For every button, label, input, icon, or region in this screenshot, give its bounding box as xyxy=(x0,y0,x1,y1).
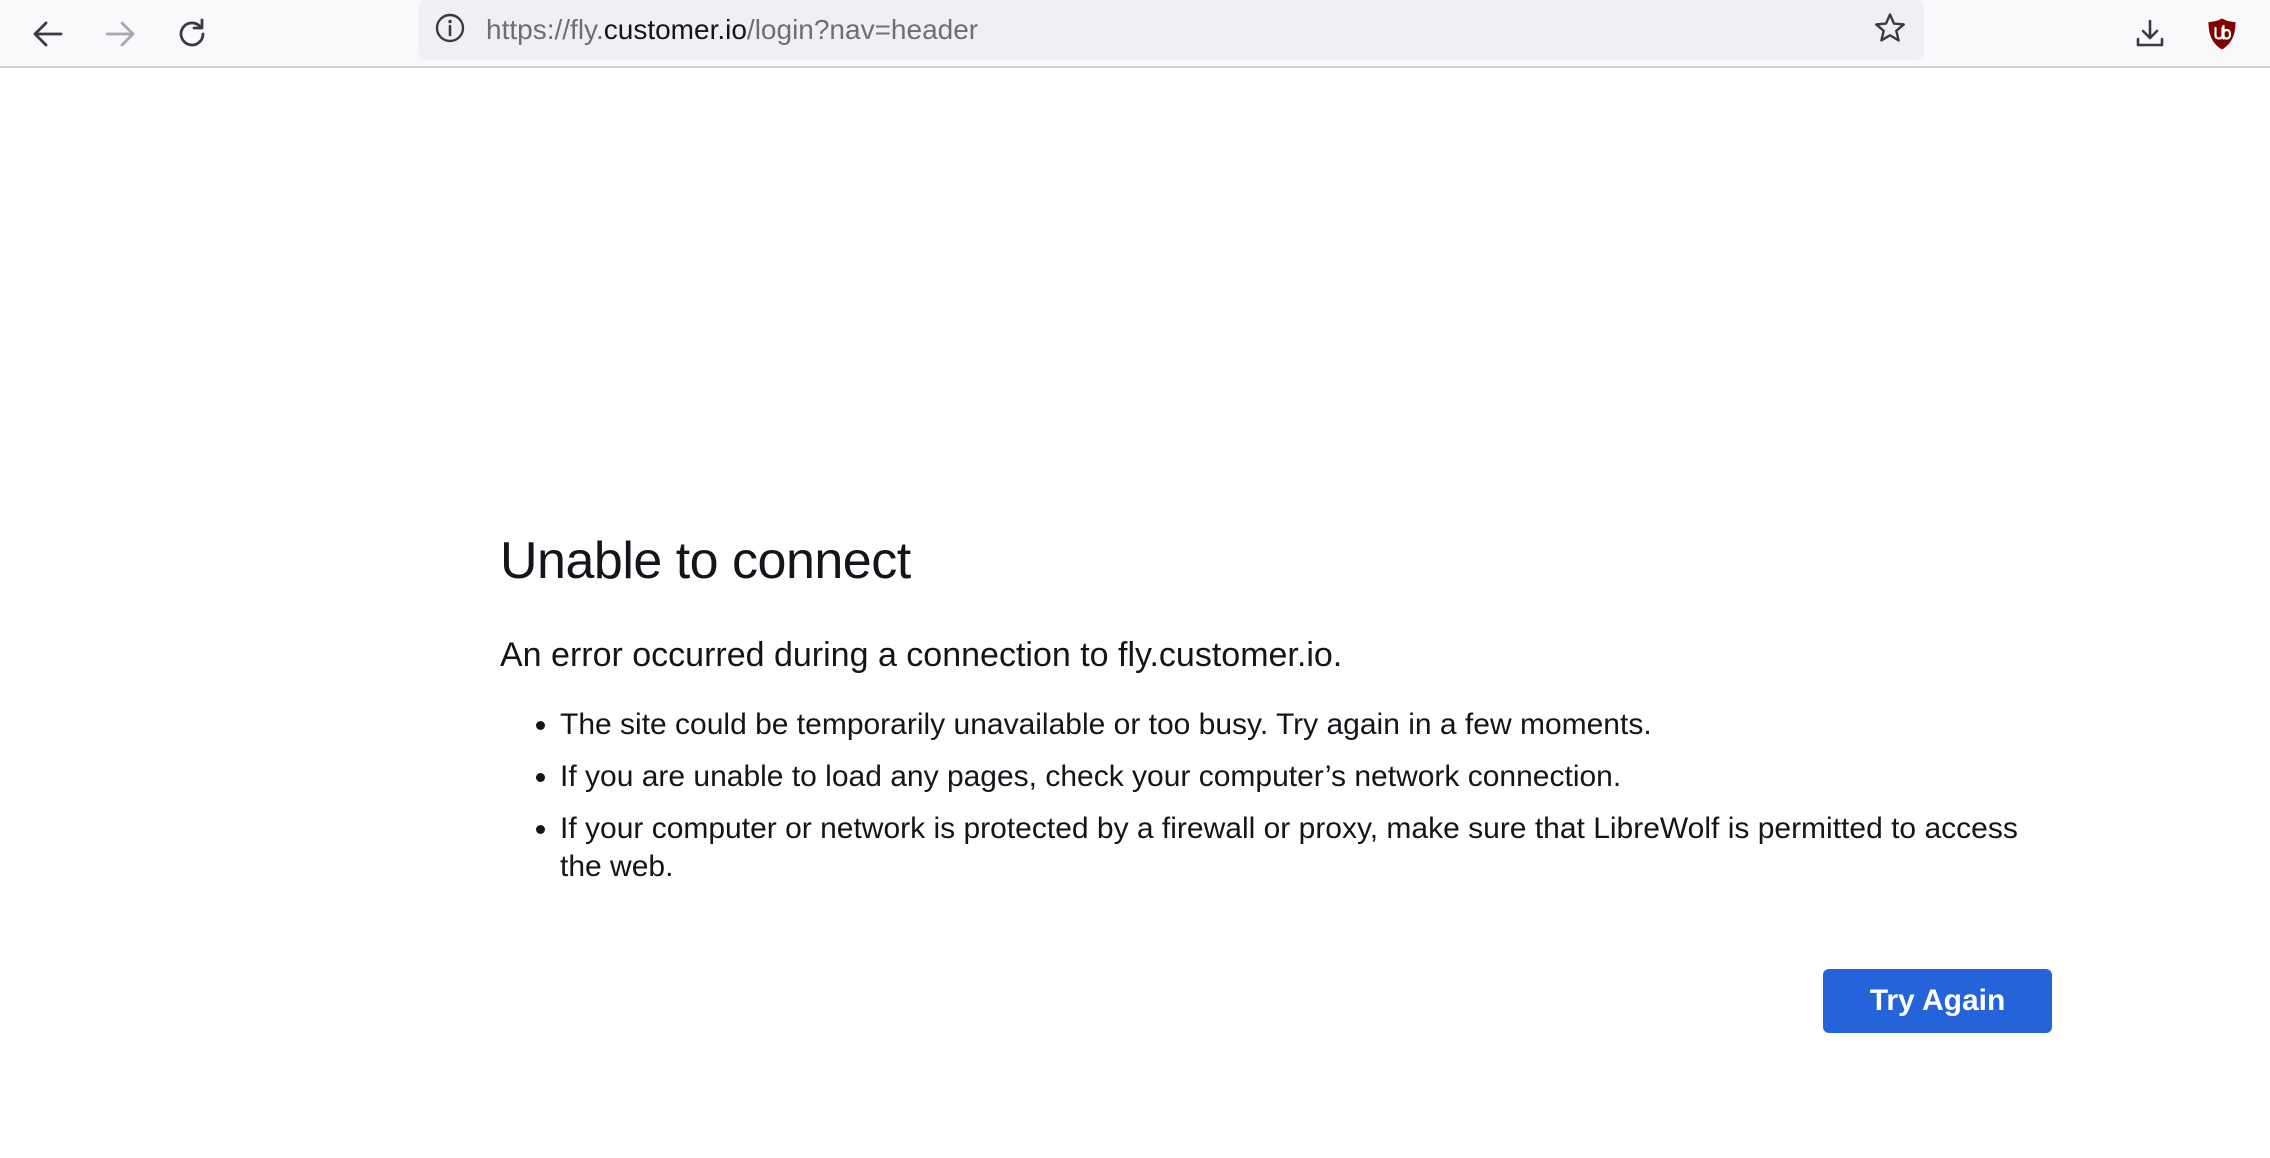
url-path: /login?nav=header xyxy=(746,14,979,45)
list-item: If your computer or network is protected… xyxy=(560,810,2060,886)
back-button[interactable] xyxy=(20,6,76,62)
error-page-container: Unable to connect An error occurred duri… xyxy=(500,520,2060,900)
error-suggestions-list: The site could be temporarily unavailabl… xyxy=(500,706,2060,886)
reload-button[interactable] xyxy=(164,6,220,62)
browser-toolbar: https://fly.customer.io/login?nav=header xyxy=(0,0,2270,68)
site-info-button[interactable] xyxy=(430,10,470,50)
url-prefix: https://fly. xyxy=(486,14,604,45)
url-host: customer.io xyxy=(603,14,747,45)
bookmark-button[interactable] xyxy=(1870,10,1910,50)
reload-icon xyxy=(175,17,209,51)
info-circle-icon xyxy=(434,12,466,49)
error-title: Unable to connect xyxy=(500,532,911,590)
arrow-left-icon xyxy=(31,17,65,51)
url-bar[interactable]: https://fly.customer.io/login?nav=header xyxy=(418,0,1924,60)
star-icon xyxy=(1873,11,1907,50)
error-description: An error occurred during a connection to… xyxy=(500,636,1343,674)
downloads-button[interactable] xyxy=(2122,6,2178,62)
forward-button[interactable] xyxy=(92,6,148,62)
list-item: If you are unable to load any pages, che… xyxy=(560,758,2060,796)
url-text[interactable]: https://fly.customer.io/login?nav=header xyxy=(486,0,978,60)
try-again-button[interactable]: Try Again xyxy=(1823,969,2052,1033)
list-item: The site could be temporarily unavailabl… xyxy=(560,706,2060,744)
arrow-right-icon xyxy=(103,17,137,51)
download-icon xyxy=(2133,17,2167,51)
ublock-extension-button[interactable] xyxy=(2194,6,2250,62)
ublock-origin-icon xyxy=(2207,17,2237,51)
